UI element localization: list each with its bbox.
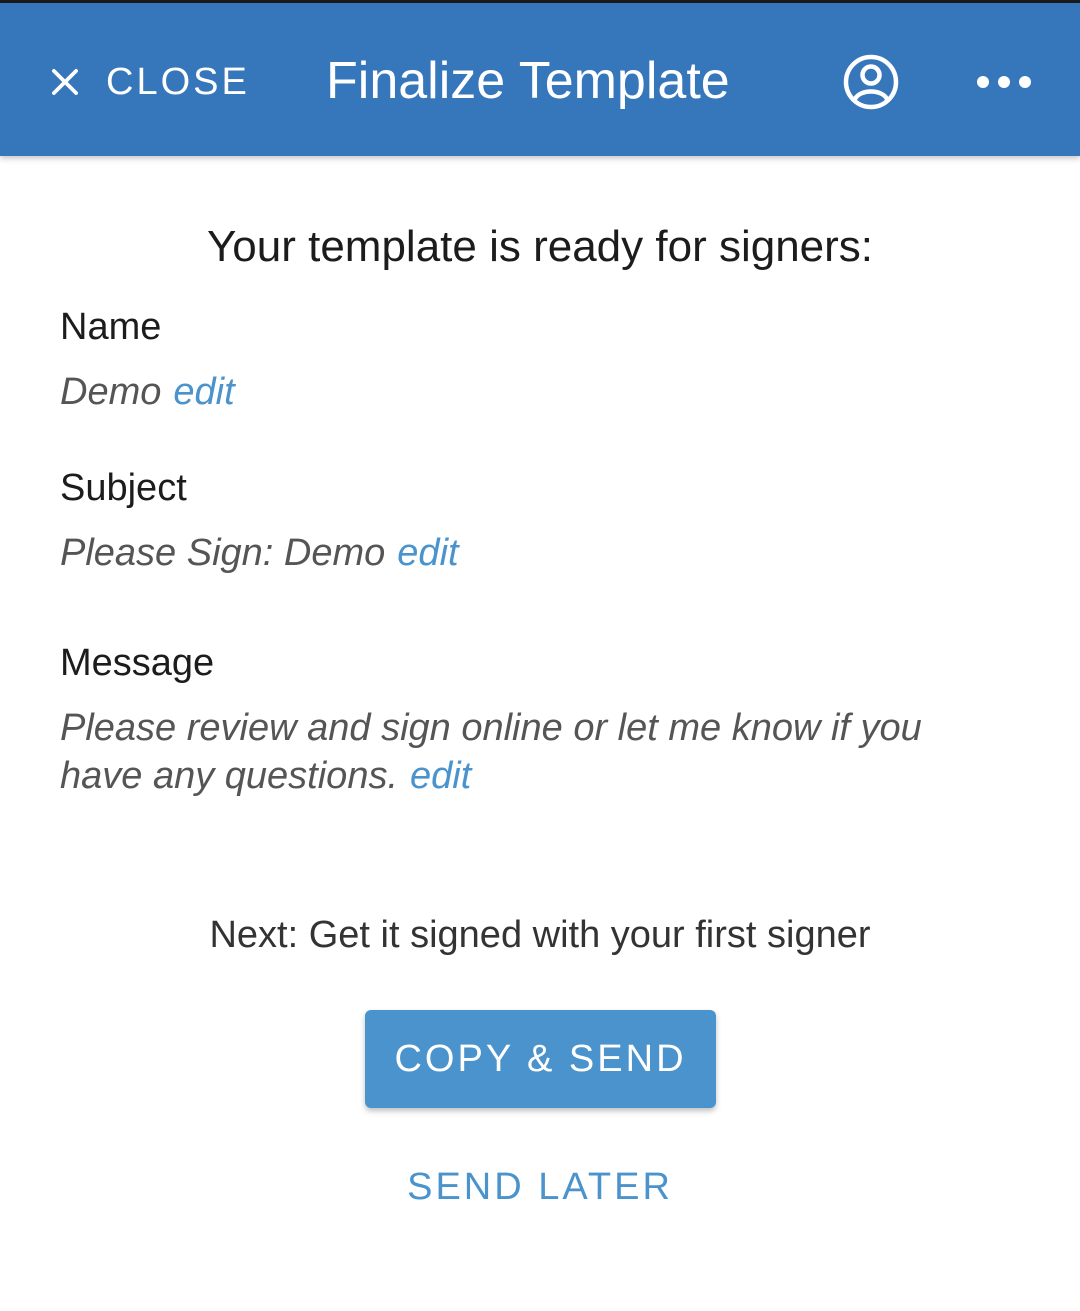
edit-subject-link[interactable]: edit [397,532,458,574]
message-label: Message [60,642,215,684]
name-label: Name [60,306,162,348]
more-horizontal-icon[interactable] [972,67,1036,97]
edit-name-link[interactable]: edit [173,371,234,413]
send-later-button[interactable]: SEND LATER [0,1166,1080,1209]
close-icon [52,69,78,95]
account-circle-icon[interactable] [842,53,900,111]
subject-value-row: Please Sign: Demo edit [60,529,1020,577]
subject-label: Subject [60,467,187,509]
name-value-row: Demo edit [60,368,1020,416]
close-label: CLOSE [106,60,250,103]
ready-heading: Your template is ready for signers: [206,222,874,271]
subject-value: Please Sign: Demo [60,532,386,574]
message-value: Please review and sign online or let me … [60,707,922,797]
next-step-text: Next: Get it signed with your first sign… [209,914,871,956]
name-value: Demo [60,371,162,413]
edit-message-link[interactable]: edit [410,755,471,797]
page-title: Finalize Template [326,52,730,110]
top-app-bar: CLOSE Finalize Template [0,0,1080,156]
message-value-row: Please review and sign online or let me … [60,704,990,800]
copy-and-send-button[interactable]: COPY & SEND [365,1010,716,1108]
close-button[interactable]: CLOSE [46,59,250,105]
